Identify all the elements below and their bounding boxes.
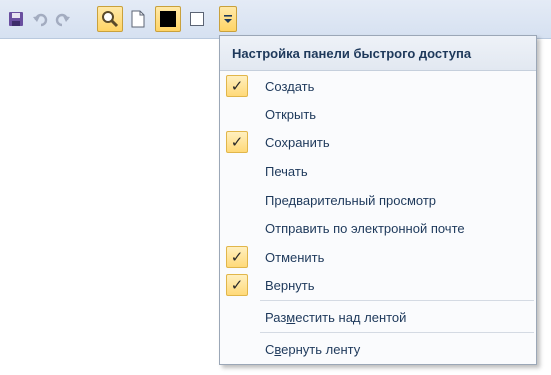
menu-item-undo[interactable]: ✓ Отменить xyxy=(220,246,536,270)
customize-toolbar-button[interactable] xyxy=(219,6,237,32)
menu-item-collapse-ribbon[interactable]: Свернуть ленту xyxy=(220,338,536,362)
undo-icon xyxy=(32,11,48,27)
menu-item-print[interactable]: Печать xyxy=(220,160,536,184)
menu-item-label: Вернуть xyxy=(265,278,315,293)
save-icon xyxy=(8,11,24,27)
undo-button[interactable] xyxy=(29,8,51,30)
menu-item-label: Отменить xyxy=(265,250,325,265)
menu-item-open[interactable]: Открыть xyxy=(220,103,536,127)
save-button[interactable] xyxy=(5,8,27,30)
menu-separator xyxy=(260,300,534,301)
white-fill-button[interactable] xyxy=(186,8,208,30)
menu-item-label: Сохранить xyxy=(265,135,330,150)
menu-item-redo[interactable]: ✓ Вернуть xyxy=(220,274,536,298)
new-document-button[interactable] xyxy=(127,8,149,30)
menu-item-print-preview[interactable]: Предварительный просмотр xyxy=(220,189,536,213)
check-icon: ✓ xyxy=(226,131,248,153)
check-icon: ✓ xyxy=(226,274,248,296)
menu-item-place-above-ribbon[interactable]: Разместить над лентой xyxy=(220,306,536,330)
new-document-icon xyxy=(131,10,145,28)
check-icon: ✓ xyxy=(226,75,248,97)
menu-item-save[interactable]: ✓ Сохранить xyxy=(220,131,536,155)
menu-item-label: Печать xyxy=(265,164,308,179)
menu-item-label: Создать xyxy=(265,79,315,94)
redo-button[interactable] xyxy=(52,8,74,30)
search-icon xyxy=(101,10,119,28)
menu-separator xyxy=(260,332,534,333)
white-square-icon xyxy=(190,12,204,26)
menu-item-create[interactable]: ✓ Создать xyxy=(220,75,536,99)
quick-access-toolbar xyxy=(0,0,551,39)
black-square-icon xyxy=(160,11,176,27)
redo-icon xyxy=(55,11,71,27)
customize-dropdown-icon xyxy=(223,13,233,25)
menu-item-label: Отправить по электронной почте xyxy=(265,221,465,236)
black-fill-button[interactable] xyxy=(155,6,181,32)
menu-item-label: Предварительный просмотр xyxy=(265,193,437,208)
customize-quick-access-menu: Настройка панели быстрого доступа ✓ Созд… xyxy=(219,35,537,365)
menu-item-label: Открыть xyxy=(265,107,317,122)
menu-title: Настройка панели быстрого доступа xyxy=(220,36,536,71)
menu-item-send-email[interactable]: Отправить по электронной почте xyxy=(220,217,536,241)
search-button[interactable] xyxy=(97,6,123,32)
menu-item-label: Свернуть ленту xyxy=(265,342,361,357)
menu-item-label: Разместить над лентой xyxy=(265,310,407,325)
check-icon: ✓ xyxy=(226,246,248,268)
